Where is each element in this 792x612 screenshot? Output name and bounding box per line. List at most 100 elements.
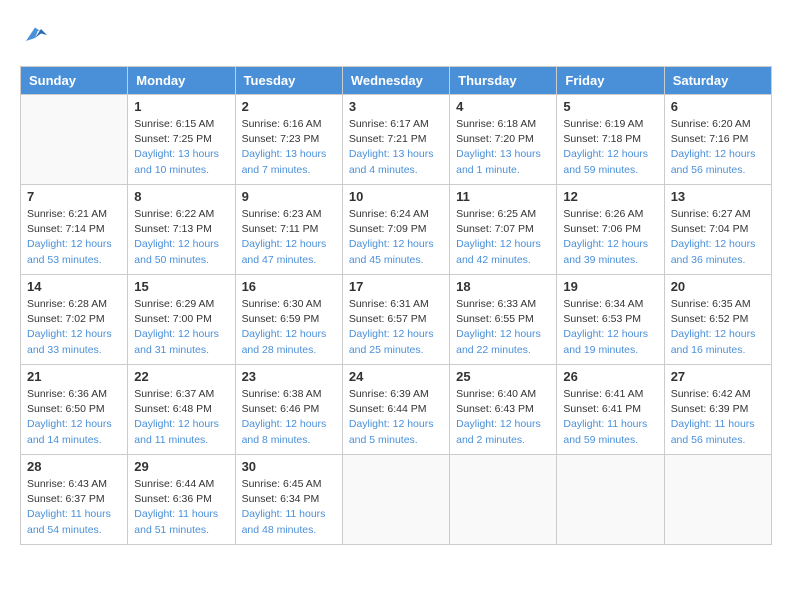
sunset-text: Sunset: 6:43 PM — [456, 402, 550, 417]
daylight-text: Daylight: 12 hours and 2 minutes. — [456, 417, 550, 447]
day-number: 8 — [134, 189, 228, 204]
sunrise-text: Sunrise: 6:42 AM — [671, 387, 765, 402]
sunrise-text: Sunrise: 6:22 AM — [134, 207, 228, 222]
day-number: 29 — [134, 459, 228, 474]
weekday-header: Saturday — [664, 67, 771, 95]
sunset-text: Sunset: 7:06 PM — [563, 222, 657, 237]
sunrise-text: Sunrise: 6:44 AM — [134, 477, 228, 492]
day-number: 16 — [242, 279, 336, 294]
sunrise-text: Sunrise: 6:43 AM — [27, 477, 121, 492]
sunset-text: Sunset: 6:39 PM — [671, 402, 765, 417]
calendar-day-cell: 16Sunrise: 6:30 AMSunset: 6:59 PMDayligh… — [235, 275, 342, 365]
day-number: 14 — [27, 279, 121, 294]
sunset-text: Sunset: 6:34 PM — [242, 492, 336, 507]
sunset-text: Sunset: 6:52 PM — [671, 312, 765, 327]
calendar-day-cell: 30 Sunrise: 6:45 AMSunset: 6:34 PMDayligh… — [235, 455, 342, 545]
day-info: Sunrise: 6:26 AMSunset: 7:06 PMDaylight:… — [563, 207, 657, 268]
daylight-text: Daylight: 12 hours and 56 minutes. — [671, 147, 765, 177]
day-number: 28 — [27, 459, 121, 474]
day-number: 5 — [563, 99, 657, 114]
calendar-day-cell — [342, 455, 449, 545]
daylight-text: Daylight: 12 hours and 25 minutes. — [349, 327, 443, 357]
day-number: 9 — [242, 189, 336, 204]
calendar-day-cell: 2Sunrise: 6:16 AMSunset: 7:23 PMDaylight… — [235, 95, 342, 185]
day-info: Sunrise: 6:41 AMSunset: 6:41 PMDaylight:… — [563, 387, 657, 448]
weekday-header: Tuesday — [235, 67, 342, 95]
sunset-text: Sunset: 7:16 PM — [671, 132, 765, 147]
calendar-day-cell: 22Sunrise: 6:37 AMSunset: 6:48 PMDayligh… — [128, 365, 235, 455]
calendar-week-row: 7Sunrise: 6:21 AMSunset: 7:14 PMDaylight… — [21, 185, 772, 275]
sunrise-text: Sunrise: 6:27 AM — [671, 207, 765, 222]
daylight-text: Daylight: 11 hours and 59 minutes. — [563, 417, 657, 447]
sunset-text: Sunset: 7:18 PM — [563, 132, 657, 147]
calendar-day-cell: 5Sunrise: 6:19 AMSunset: 7:18 PMDaylight… — [557, 95, 664, 185]
day-info: Sunrise: 6:36 AMSunset: 6:50 PMDaylight:… — [27, 387, 121, 448]
day-info: Sunrise: 6:34 AMSunset: 6:53 PMDaylight:… — [563, 297, 657, 358]
sunset-text: Sunset: 6:55 PM — [456, 312, 550, 327]
calendar-day-cell: 17Sunrise: 6:31 AMSunset: 6:57 PMDayligh… — [342, 275, 449, 365]
sunrise-text: Sunrise: 6:23 AM — [242, 207, 336, 222]
sunset-text: Sunset: 7:23 PM — [242, 132, 336, 147]
daylight-text: Daylight: 12 hours and 36 minutes. — [671, 237, 765, 267]
sunrise-text: Sunrise: 6:41 AM — [563, 387, 657, 402]
calendar-day-cell: 19Sunrise: 6:34 AMSunset: 6:53 PMDayligh… — [557, 275, 664, 365]
day-number: 6 — [671, 99, 765, 114]
calendar-day-cell: 12Sunrise: 6:26 AMSunset: 7:06 PMDayligh… — [557, 185, 664, 275]
day-number: 1 — [134, 99, 228, 114]
daylight-text: Daylight: 12 hours and 47 minutes. — [242, 237, 336, 267]
calendar-day-cell: 8Sunrise: 6:22 AMSunset: 7:13 PMDaylight… — [128, 185, 235, 275]
calendar-day-cell: 18Sunrise: 6:33 AMSunset: 6:55 PMDayligh… — [450, 275, 557, 365]
calendar-table: SundayMondayTuesdayWednesdayThursdayFrid… — [20, 66, 772, 545]
day-number: 25 — [456, 369, 550, 384]
day-info: Sunrise: 6:37 AMSunset: 6:48 PMDaylight:… — [134, 387, 228, 448]
daylight-text: Daylight: 12 hours and 31 minutes. — [134, 327, 228, 357]
daylight-text: Daylight: 11 hours and 48 minutes. — [242, 507, 336, 537]
day-number: 24 — [349, 369, 443, 384]
weekday-header: Sunday — [21, 67, 128, 95]
sunset-text: Sunset: 7:11 PM — [242, 222, 336, 237]
calendar-day-cell: 1Sunrise: 6:15 AMSunset: 7:25 PMDaylight… — [128, 95, 235, 185]
calendar-day-cell: 21Sunrise: 6:36 AMSunset: 6:50 PMDayligh… — [21, 365, 128, 455]
sunrise-text: Sunrise: 6:18 AM — [456, 117, 550, 132]
day-info: Sunrise: 6:25 AMSunset: 7:07 PMDaylight:… — [456, 207, 550, 268]
sunset-text: Sunset: 7:21 PM — [349, 132, 443, 147]
daylight-text: Daylight: 12 hours and 39 minutes. — [563, 237, 657, 267]
logo-icon — [20, 20, 50, 50]
day-number: 3 — [349, 99, 443, 114]
sunrise-text: Sunrise: 6:20 AM — [671, 117, 765, 132]
sunrise-text: Sunrise: 6:29 AM — [134, 297, 228, 312]
weekday-header: Monday — [128, 67, 235, 95]
calendar-day-cell — [21, 95, 128, 185]
day-number: 15 — [134, 279, 228, 294]
day-info: Sunrise: 6:17 AMSunset: 7:21 PMDaylight:… — [349, 117, 443, 178]
sunset-text: Sunset: 7:00 PM — [134, 312, 228, 327]
sunrise-text: Sunrise: 6:45 AM — [242, 477, 336, 492]
calendar-day-cell: 26 Sunrise: 6:41 AMSunset: 6:41 PMDayligh… — [557, 365, 664, 455]
day-number: 30 — [242, 459, 336, 474]
daylight-text: Daylight: 11 hours and 51 minutes. — [134, 507, 228, 537]
daylight-text: Daylight: 12 hours and 53 minutes. — [27, 237, 121, 267]
daylight-text: Daylight: 12 hours and 42 minutes. — [456, 237, 550, 267]
sunset-text: Sunset: 7:04 PM — [671, 222, 765, 237]
sunrise-text: Sunrise: 6:38 AM — [242, 387, 336, 402]
calendar-day-cell: 28Sunrise: 6:43 AMSunset: 6:37 PMDayligh… — [21, 455, 128, 545]
day-info: Sunrise: 6:29 AMSunset: 7:00 PMDaylight:… — [134, 297, 228, 358]
sunrise-text: Sunrise: 6:19 AM — [563, 117, 657, 132]
daylight-text: Daylight: 12 hours and 16 minutes. — [671, 327, 765, 357]
day-number: 11 — [456, 189, 550, 204]
calendar-day-cell — [557, 455, 664, 545]
page-header — [20, 20, 772, 50]
day-number: 26 — [563, 369, 657, 384]
sunrise-text: Sunrise: 6:17 AM — [349, 117, 443, 132]
calendar-day-cell: 29 Sunrise: 6:44 AMSunset: 6:36 PMDayligh… — [128, 455, 235, 545]
calendar-day-cell: 13Sunrise: 6:27 AMSunset: 7:04 PMDayligh… — [664, 185, 771, 275]
day-number: 7 — [27, 189, 121, 204]
sunset-text: Sunset: 6:48 PM — [134, 402, 228, 417]
day-info: Sunrise: 6:42 AMSunset: 6:39 PMDaylight:… — [671, 387, 765, 448]
calendar-day-cell: 14Sunrise: 6:28 AMSunset: 7:02 PMDayligh… — [21, 275, 128, 365]
day-info: Sunrise: 6:44 AMSunset: 6:36 PMDaylight:… — [134, 477, 228, 538]
sunrise-text: Sunrise: 6:34 AM — [563, 297, 657, 312]
day-info: Sunrise: 6:40 AMSunset: 6:43 PMDaylight:… — [456, 387, 550, 448]
day-number: 23 — [242, 369, 336, 384]
logo — [20, 20, 54, 50]
